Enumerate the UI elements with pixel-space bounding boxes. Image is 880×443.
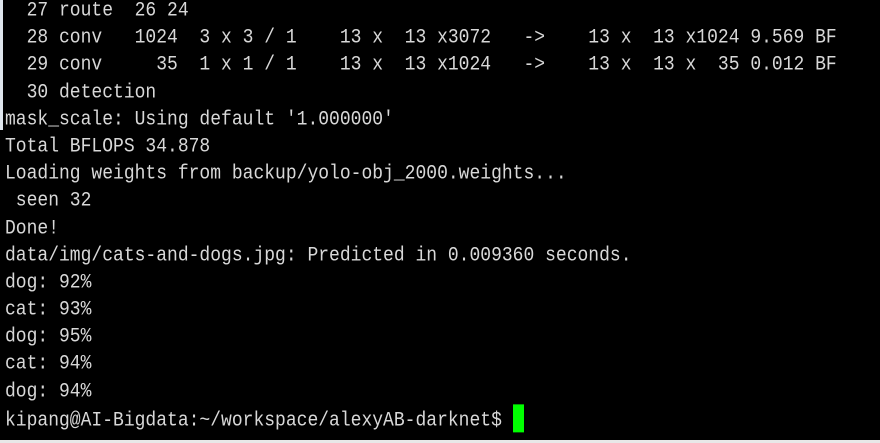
output-line: Done!: [5, 217, 60, 240]
terminal-output[interactable]: 27 route 26 24 28 conv 1024 3 x 3 / 1 13…: [5, 0, 837, 433]
output-line: data/img/cats-and-dogs.jpg: Predicted in…: [5, 244, 632, 267]
output-line: cat: 94%: [5, 353, 92, 376]
output-line: 30 detection: [5, 81, 157, 104]
output-line: mask_scale: Using default '1.000000': [5, 108, 394, 131]
shell-prompt: kipang@AI-Bigdata:~/workspace/alexyAB-da…: [5, 409, 513, 433]
output-line: dog: 94%: [5, 380, 92, 403]
prompt-line[interactable]: kipang@AI-Bigdata:~/workspace/alexyAB-da…: [5, 404, 837, 434]
output-line: seen 32: [5, 190, 92, 213]
output-line: dog: 92%: [5, 271, 92, 295]
window-edge: [0, 0, 3, 130]
output-line: 29 conv 35 1 x 1 / 1 13 x 13 x1024 -> 13…: [5, 54, 837, 77]
output-line: cat: 93%: [5, 298, 92, 322]
output-line: Total BFLOPS 34.878: [5, 135, 211, 159]
terminal-cursor: [512, 404, 524, 433]
